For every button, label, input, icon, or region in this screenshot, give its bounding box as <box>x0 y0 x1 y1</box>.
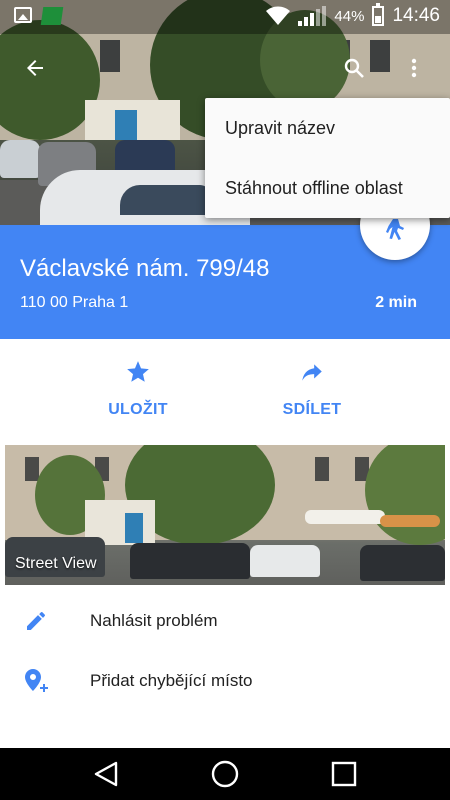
street-car <box>250 545 320 577</box>
street-car <box>360 545 445 581</box>
edit-pencil-icon <box>22 607 50 635</box>
search-button[interactable] <box>336 50 372 86</box>
share-label: SDÍLET <box>282 401 342 418</box>
back-arrow-icon <box>27 60 43 76</box>
photo-window <box>100 40 120 72</box>
menu-item-download-offline-area[interactable]: Stáhnout offline oblast <box>205 158 450 218</box>
list-item-report-problem[interactable]: Nahlásit problém <box>0 591 450 651</box>
star-icon <box>127 361 149 382</box>
status-bar: 44% 14:46 <box>0 0 450 34</box>
recents-square-icon <box>331 761 357 787</box>
photo-car <box>0 140 40 178</box>
clock: 14:46 <box>392 5 440 26</box>
back-triangle-icon <box>94 761 118 787</box>
street-poster <box>125 513 143 543</box>
share-icon <box>302 364 322 381</box>
system-nav-bar <box>0 748 450 800</box>
photo-car-window <box>120 185 210 215</box>
action-row: ULOŽIT SDÍLET <box>0 339 450 445</box>
street-car <box>130 543 250 579</box>
place-name: Václavské nám. 799/48 <box>20 255 270 282</box>
wifi-icon <box>266 6 291 25</box>
home-circle-icon <box>211 760 239 788</box>
save-button[interactable]: ULOŽIT <box>78 359 198 419</box>
add-location-icon <box>22 667 50 695</box>
list-item-label: Nahlásit problém <box>90 611 218 630</box>
street-umbrella <box>380 515 440 527</box>
battery-icon <box>372 3 385 26</box>
battery-percent: 44% <box>334 7 365 25</box>
travel-time: 2 min <box>375 294 417 311</box>
street-window <box>25 457 39 481</box>
more-vert-icon <box>411 58 417 78</box>
signal-icon <box>298 6 327 26</box>
save-label: ULOŽIT <box>108 401 168 418</box>
nav-recents-button[interactable] <box>326 756 362 792</box>
photo-window <box>370 40 390 72</box>
photo-poster <box>115 110 137 140</box>
street-view-preview[interactable]: Street View <box>5 445 445 585</box>
list-item-add-missing-place[interactable]: Přidat chybějící místo <box>0 651 450 711</box>
overflow-menu: Upravit název Stáhnout offline oblast <box>205 98 450 218</box>
place-address: 110 00 Praha 1 <box>20 294 129 311</box>
nav-home-button[interactable] <box>207 756 243 792</box>
search-icon <box>344 58 364 78</box>
street-umbrella <box>305 510 385 524</box>
share-button[interactable]: SDÍLET <box>252 359 372 419</box>
back-button[interactable] <box>17 50 53 86</box>
maps-notification-icon <box>40 7 64 25</box>
nav-back-button[interactable] <box>88 756 124 792</box>
more-options-button[interactable] <box>396 50 432 86</box>
list-item-label: Přidat chybějící místo <box>90 671 253 690</box>
street-window <box>315 457 329 481</box>
menu-item-rename[interactable]: Upravit název <box>205 98 450 158</box>
street-view-label: Street View <box>15 555 97 572</box>
image-notification-icon <box>14 7 32 23</box>
